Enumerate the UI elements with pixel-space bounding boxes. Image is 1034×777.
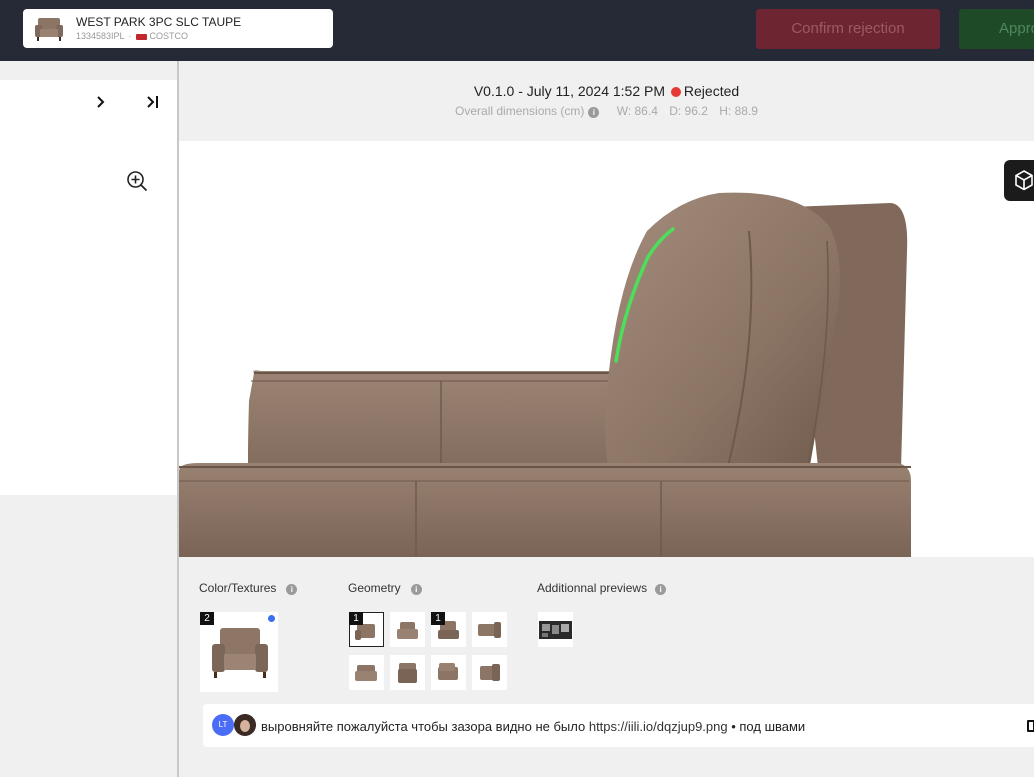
count-badge: 1 — [431, 612, 445, 625]
geometry-thumbnail[interactable] — [472, 655, 507, 690]
comment-link[interactable]: https://iili.io/dqzjup9.png — [589, 719, 728, 734]
left-panel-canvas — [0, 80, 178, 495]
confirm-rejection-button[interactable]: Confirm rejection — [756, 9, 940, 49]
geometry-label: Geometry i — [348, 581, 422, 595]
approve-button[interactable]: Approve — [959, 9, 1034, 49]
geometry-thumbnail[interactable]: 1 — [431, 612, 466, 647]
retailer-logo-icon — [135, 33, 147, 40]
product-card[interactable]: WEST PARK 3PC SLC TAUPE 1334583IPL · COSTC… — [23, 9, 333, 48]
status-dot-icon — [670, 87, 681, 97]
cube-icon — [1015, 170, 1033, 191]
product-name: WEST PARK 3PC SLC TAUPE — [76, 15, 242, 29]
zoom-in-icon[interactable] — [126, 170, 148, 192]
comment-text: выровняйте пожалуйста чтобы зазора видно… — [261, 719, 805, 734]
comment-message: выровняйте пожалуйста чтобы зазора видно… — [261, 719, 586, 734]
dimensions-row: Overall dimensions (cm) i W: 86.4 D: 96.2… — [179, 104, 1034, 118]
geometry-thumbnail[interactable] — [390, 655, 425, 690]
geometry-thumbnail[interactable]: 1 — [349, 612, 384, 647]
additional-previews-label: Additionnal previews i — [537, 581, 667, 595]
skip-to-end-icon[interactable] — [146, 95, 160, 109]
dimensions-label: Overall dimensions (cm) — [455, 104, 585, 118]
info-icon[interactable]: i — [286, 584, 298, 595]
additional-preview-thumbnail[interactable] — [538, 612, 573, 647]
dimension-depth: D: 96.2 — [669, 104, 708, 118]
armchair-view-image — [438, 663, 458, 680]
product-thumbnail — [35, 18, 63, 41]
geometry-thumbnail[interactable] — [390, 612, 425, 647]
user-photo-icon — [234, 714, 256, 736]
dimension-width: W: 86.4 — [616, 104, 658, 118]
status-label: Rejected — [683, 83, 740, 99]
comment-suffix: • под швами — [731, 719, 806, 734]
armchair-view-image — [478, 622, 501, 638]
geometry-thumbnail[interactable] — [349, 655, 384, 690]
color-textures-title: Color/Textures — [199, 581, 277, 595]
avatar — [234, 714, 256, 736]
product-sku: 1334583IPL — [76, 31, 125, 41]
chevron-right-icon[interactable] — [95, 95, 107, 109]
info-icon[interactable]: i — [655, 584, 667, 595]
armchair-view-image — [397, 622, 418, 639]
additional-previews-title: Additionnal previews — [537, 581, 648, 595]
color-textures-label: Color/Textures i — [199, 581, 298, 595]
armchair-view-image — [398, 663, 417, 683]
comment-action-icon[interactable] — [1027, 720, 1034, 732]
geometry-title: Geometry — [348, 581, 401, 595]
model-viewer[interactable] — [179, 141, 1034, 557]
armchair-view-image — [480, 664, 500, 681]
3d-view-button[interactable] — [1004, 160, 1034, 201]
color-texture-thumbnail[interactable]: 2 — [200, 612, 278, 692]
version-label: V0.1.0 - July 11, 2024 1:52 PM — [473, 83, 666, 99]
product-meta: 1334583IPL · COSTCO — [76, 31, 188, 41]
armchair-view-image — [355, 665, 377, 681]
avatar: LT — [212, 714, 234, 736]
info-icon[interactable]: i — [588, 107, 600, 118]
unread-indicator — [268, 615, 275, 622]
count-badge: 2 — [200, 612, 214, 625]
version-header: V0.1.0 - July 11, 2024 1:52 PM Rejected — [179, 83, 1034, 99]
meta-separator: · — [128, 31, 132, 41]
dimension-height: H: 88.9 — [719, 104, 758, 118]
geometry-thumbnail[interactable] — [431, 655, 466, 690]
count-badge: 1 — [349, 612, 363, 625]
sofa-render — [179, 192, 911, 557]
retailer-name: COSTCO — [149, 31, 189, 41]
info-icon[interactable]: i — [410, 584, 422, 595]
geometry-thumbnail[interactable] — [472, 612, 507, 647]
preview-sheet-image — [539, 621, 572, 639]
